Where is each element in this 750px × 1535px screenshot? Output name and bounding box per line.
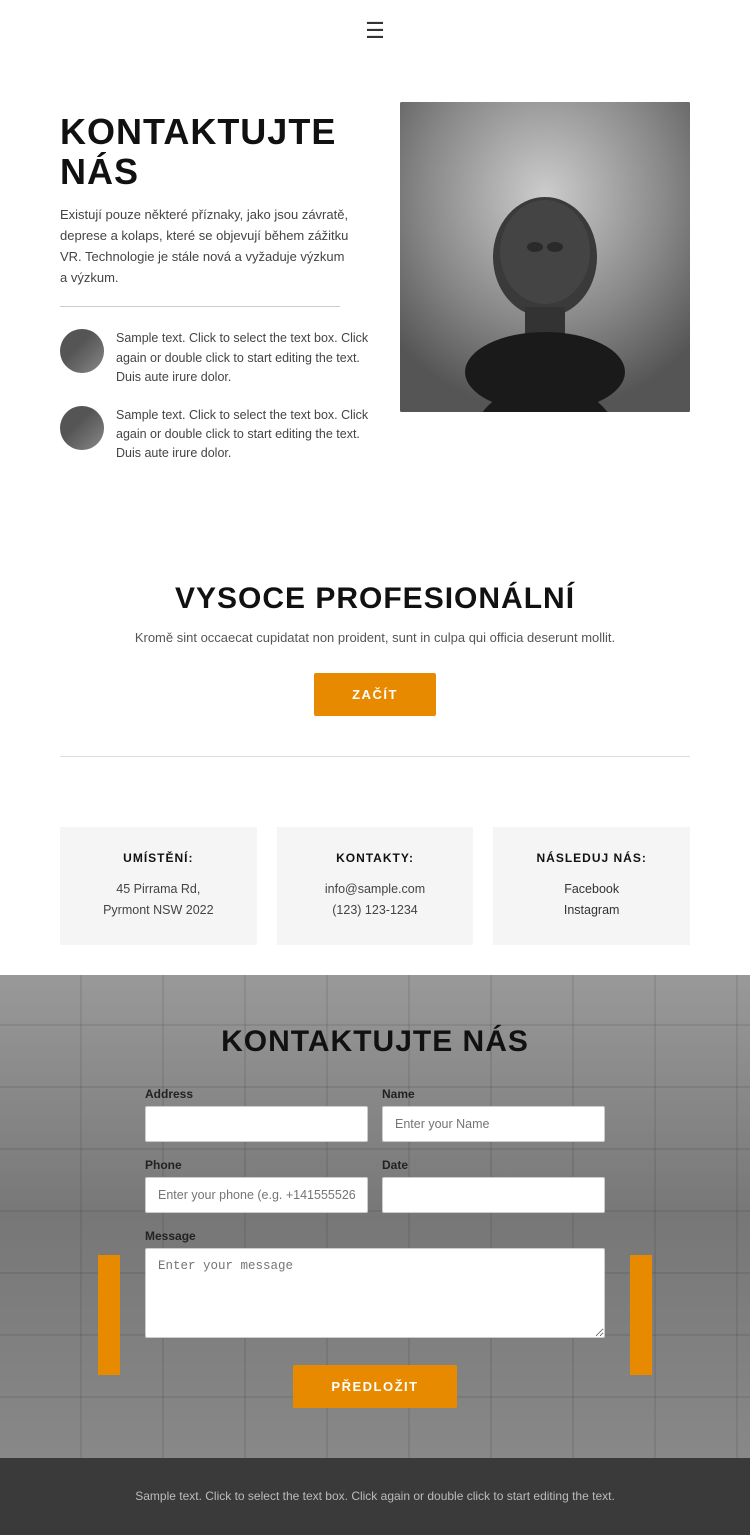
message-label: Message [145,1229,605,1243]
form-container: Kontaktujte nás Address Name Phone Date … [145,1025,605,1408]
phone-input[interactable] [145,1177,368,1213]
contacts-card-content: info@sample.com (123) 123-1234 [305,879,446,922]
hero-description: Existují pouze některé příznaky, jako js… [60,205,350,288]
date-label: Date [382,1158,605,1172]
social-card-title: Následuj nás: [521,851,662,865]
facebook-link[interactable]: Facebook [521,879,662,900]
form-group-message: Message [145,1229,605,1343]
hero-title: Kontaktujte nás [60,112,370,191]
address-label: Address [145,1087,368,1101]
instagram-link[interactable]: Instagram [521,900,662,921]
professional-section: Vysoce profesionální Kromě sint occaecat… [0,522,750,797]
professional-title: Vysoce profesionální [60,582,690,616]
professional-divider [60,756,690,757]
divider [60,306,340,307]
name-input[interactable] [382,1106,605,1142]
hero-image-container [400,102,690,412]
contact-item-1: Sample text. Click to select the text bo… [60,329,370,387]
info-card-contacts: Kontakty: info@sample.com (123) 123-1234 [277,827,474,946]
info-card-social: Následuj nás: Facebook Instagram [493,827,690,946]
contact-text-1: Sample text. Click to select the text bo… [116,329,370,387]
avatar-2 [60,406,104,450]
menu-icon[interactable]: ☰ [365,18,385,44]
avatar-1 [60,329,104,373]
form-row-1: Address Name [145,1087,605,1142]
form-group-phone: Phone [145,1158,368,1213]
contact-form-section: Kontaktujte nás Address Name Phone Date … [0,975,750,1458]
address-input[interactable] [145,1106,368,1142]
form-group-name: Name [382,1087,605,1142]
form-row-2: Phone Date [145,1158,605,1213]
form-group-address: Address [145,1087,368,1142]
avatar-inner-1 [60,329,104,373]
info-cards-section: Umístění: 45 Pirrama Rd, Pyrmont NSW 202… [0,797,750,976]
footer-text: Sample text. Click to select the text bo… [60,1486,690,1506]
date-input[interactable] [382,1177,605,1213]
location-card-content: 45 Pirrama Rd, Pyrmont NSW 2022 [88,879,229,922]
professional-subtitle: Kromě sint occaecat cupidatat non proide… [60,630,690,645]
contact-text-2: Sample text. Click to select the text bo… [116,406,370,464]
orange-accent-left [98,1255,120,1375]
social-card-content: Facebook Instagram [521,879,662,922]
phone-label: Phone [145,1158,368,1172]
location-card-title: Umístění: [88,851,229,865]
orange-accent-right [630,1255,652,1375]
hero-portrait-svg [400,102,690,412]
hero-image [400,102,690,412]
name-label: Name [382,1087,605,1101]
form-title: Kontaktujte nás [145,1025,605,1059]
info-card-location: Umístění: 45 Pirrama Rd, Pyrmont NSW 202… [60,827,257,946]
hero-section: Kontaktujte nás Existují pouze některé p… [0,62,750,522]
submit-button[interactable]: Předložit [293,1365,456,1408]
hero-left: Kontaktujte nás Existují pouze některé p… [60,102,370,482]
avatar-inner-2 [60,406,104,450]
form-submit-row: Předložit [145,1365,605,1408]
header: ☰ [0,0,750,62]
message-textarea[interactable] [145,1248,605,1338]
contact-item-2: Sample text. Click to select the text bo… [60,406,370,464]
contacts-card-title: Kontakty: [305,851,446,865]
start-button[interactable]: Začít [314,673,436,716]
form-group-date: Date [382,1158,605,1213]
footer: Sample text. Click to select the text bo… [0,1458,750,1534]
